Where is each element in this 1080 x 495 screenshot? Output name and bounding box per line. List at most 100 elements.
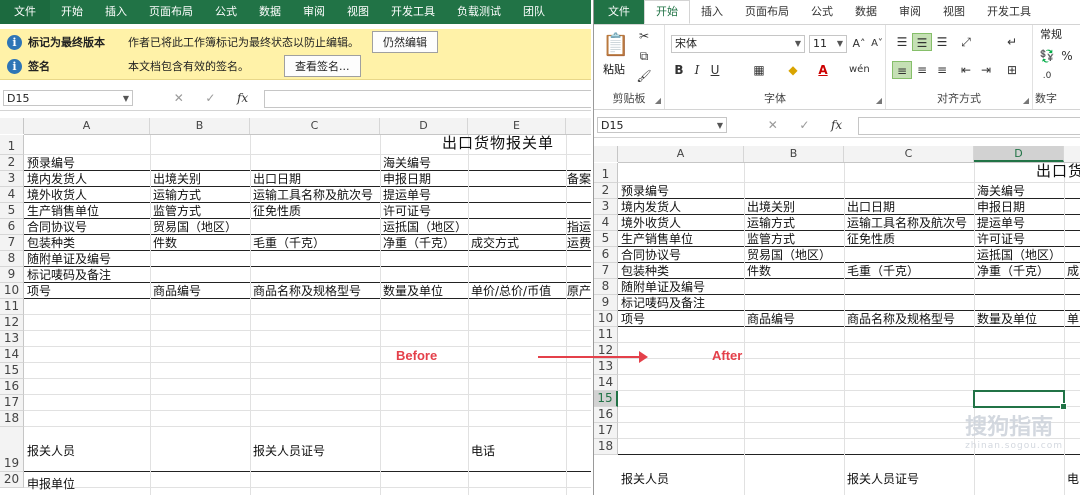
align-middle-icon[interactable]: ☰ — [912, 33, 932, 51]
row-header[interactable]: 12 — [0, 315, 24, 331]
formula-input[interactable] — [858, 117, 1080, 135]
font-color-icon[interactable]: A — [813, 61, 833, 79]
cancel-icon[interactable]: ✕ — [174, 91, 184, 105]
align-center-icon[interactable]: ≡ — [912, 61, 932, 79]
currency-icon[interactable]: 💱 — [1037, 47, 1057, 65]
enter-icon[interactable]: ✓ — [205, 91, 215, 105]
row-header[interactable]: 10 — [0, 283, 24, 299]
row-header[interactable]: 16 — [594, 407, 618, 423]
name-box[interactable]: D15 ▼ — [3, 90, 133, 106]
phonetic-icon[interactable]: wén — [849, 61, 870, 79]
copy-icon[interactable]: ⧉ — [634, 47, 654, 65]
tab-data[interactable]: 数据 — [248, 0, 292, 24]
row-header[interactable]: 15 — [594, 391, 618, 407]
row-header[interactable]: 4 — [594, 215, 618, 231]
row-header[interactable]: 13 — [594, 359, 618, 375]
dialog-launcher-icon[interactable]: ◢ — [655, 96, 661, 105]
tab-formulas[interactable]: 公式 — [800, 0, 844, 24]
row-header[interactable]: 11 — [594, 327, 618, 343]
number-format-select[interactable]: 常规 — [1037, 27, 1080, 45]
borders-icon[interactable]: ▦ — [749, 61, 769, 79]
tab-team[interactable]: 团队 — [512, 0, 556, 24]
row-header[interactable]: 7 — [594, 263, 618, 279]
row-header[interactable]: 2 — [0, 155, 24, 171]
row-header[interactable]: 15 — [0, 363, 24, 379]
tab-review[interactable]: 审阅 — [888, 0, 932, 24]
increase-indent-icon[interactable]: ⇥ — [976, 61, 996, 79]
chevron-down-icon[interactable]: ▼ — [795, 36, 801, 52]
column-header-d[interactable]: D — [380, 118, 468, 134]
tab-page-layout[interactable]: 页面布局 — [734, 0, 800, 24]
row-header[interactable]: 16 — [0, 379, 24, 395]
select-all-corner[interactable] — [0, 118, 24, 134]
row-header[interactable]: 3 — [0, 171, 24, 187]
column-header-b[interactable]: B — [744, 146, 844, 162]
enter-icon[interactable]: ✓ — [799, 118, 809, 132]
row-header[interactable]: 13 — [0, 331, 24, 347]
align-top-icon[interactable]: ☰ — [892, 33, 912, 51]
tab-insert[interactable]: 插入 — [94, 0, 138, 24]
column-header-c[interactable]: C — [844, 146, 974, 162]
align-left-icon[interactable]: ≡ — [892, 61, 912, 79]
row-header[interactable]: 4 — [0, 187, 24, 203]
font-size-select[interactable]: 11 ▼ — [809, 35, 847, 53]
paste-icon[interactable]: 📋 — [602, 31, 629, 61]
worksheet-grid[interactable]: A B C D E 1 2 3 4 5 6 7 8 9 10 11 12 13 14 15 16 17 18 19 2… — [0, 118, 591, 495]
column-header-c[interactable]: C — [250, 118, 380, 134]
tab-data[interactable]: 数据 — [844, 0, 888, 24]
formula-input[interactable] — [264, 90, 591, 108]
column-header-a[interactable]: A — [24, 118, 150, 134]
name-box[interactable]: D15 ▼ — [597, 117, 727, 133]
tab-formulas[interactable]: 公式 — [204, 0, 248, 24]
row-header[interactable]: 7 — [0, 235, 24, 251]
row-header[interactable]: 5 — [594, 231, 618, 247]
row-header[interactable]: 3 — [594, 199, 618, 215]
row-header[interactable]: 18 — [0, 411, 24, 427]
row-header[interactable]: 14 — [594, 375, 618, 391]
column-header-b[interactable]: B — [150, 118, 250, 134]
column-header-a[interactable]: A — [618, 146, 744, 162]
merge-center-icon[interactable]: ⊞ — [1002, 61, 1022, 79]
tab-load-test[interactable]: 负载测试 — [446, 0, 512, 24]
row-header[interactable]: 9 — [0, 267, 24, 283]
row-header[interactable]: 1 — [594, 163, 618, 183]
tab-review[interactable]: 审阅 — [292, 0, 336, 24]
format-painter-icon[interactable]: 🖌 — [634, 67, 654, 85]
decrease-indent-icon[interactable]: ⇤ — [956, 61, 976, 79]
active-cell-d15[interactable] — [973, 390, 1067, 410]
dialog-launcher-icon[interactable]: ◢ — [876, 96, 882, 105]
chevron-down-icon[interactable]: ▼ — [717, 118, 723, 134]
row-header[interactable]: 18 — [594, 439, 618, 455]
row-header[interactable]: 19 — [0, 427, 24, 472]
tab-developer[interactable]: 开发工具 — [380, 0, 446, 24]
column-header-d[interactable]: D — [974, 146, 1064, 162]
row-header[interactable]: 17 — [594, 423, 618, 439]
cancel-icon[interactable]: ✕ — [768, 118, 778, 132]
row-header[interactable]: 5 — [0, 203, 24, 219]
wrap-text-icon[interactable]: ↵ — [1002, 33, 1022, 51]
chevron-down-icon[interactable]: ▼ — [837, 36, 843, 52]
row-header[interactable]: 9 — [594, 295, 618, 311]
tab-view[interactable]: 视图 — [932, 0, 976, 24]
shrink-font-icon[interactable]: A˅ — [867, 35, 887, 53]
italic-icon[interactable]: I — [687, 61, 707, 79]
paste-button[interactable]: 粘贴 — [603, 63, 625, 77]
insert-function-icon[interactable]: fx — [831, 118, 842, 132]
chevron-down-icon[interactable]: ▼ — [123, 91, 129, 107]
orientation-icon[interactable]: ⤢ — [956, 33, 976, 51]
column-header-e[interactable]: E — [468, 118, 566, 134]
tab-insert[interactable]: 插入 — [690, 0, 734, 24]
row-header[interactable]: 10 — [594, 311, 618, 327]
underline-icon[interactable]: U — [705, 61, 725, 79]
tab-home[interactable]: 开始 — [50, 0, 94, 24]
row-header[interactable]: 11 — [0, 299, 24, 315]
tab-file[interactable]: 文件 — [0, 0, 50, 24]
row-header[interactable]: 14 — [0, 347, 24, 363]
row-header[interactable]: 1 — [0, 135, 24, 155]
row-header[interactable]: 6 — [594, 247, 618, 263]
tab-developer[interactable]: 开发工具 — [976, 0, 1042, 24]
increase-decimal-icon[interactable]: .0 — [1037, 67, 1057, 85]
font-name-select[interactable]: 宋体 ▼ — [671, 35, 805, 53]
row-header[interactable]: 6 — [0, 219, 24, 235]
bold-icon[interactable]: B — [669, 61, 689, 79]
